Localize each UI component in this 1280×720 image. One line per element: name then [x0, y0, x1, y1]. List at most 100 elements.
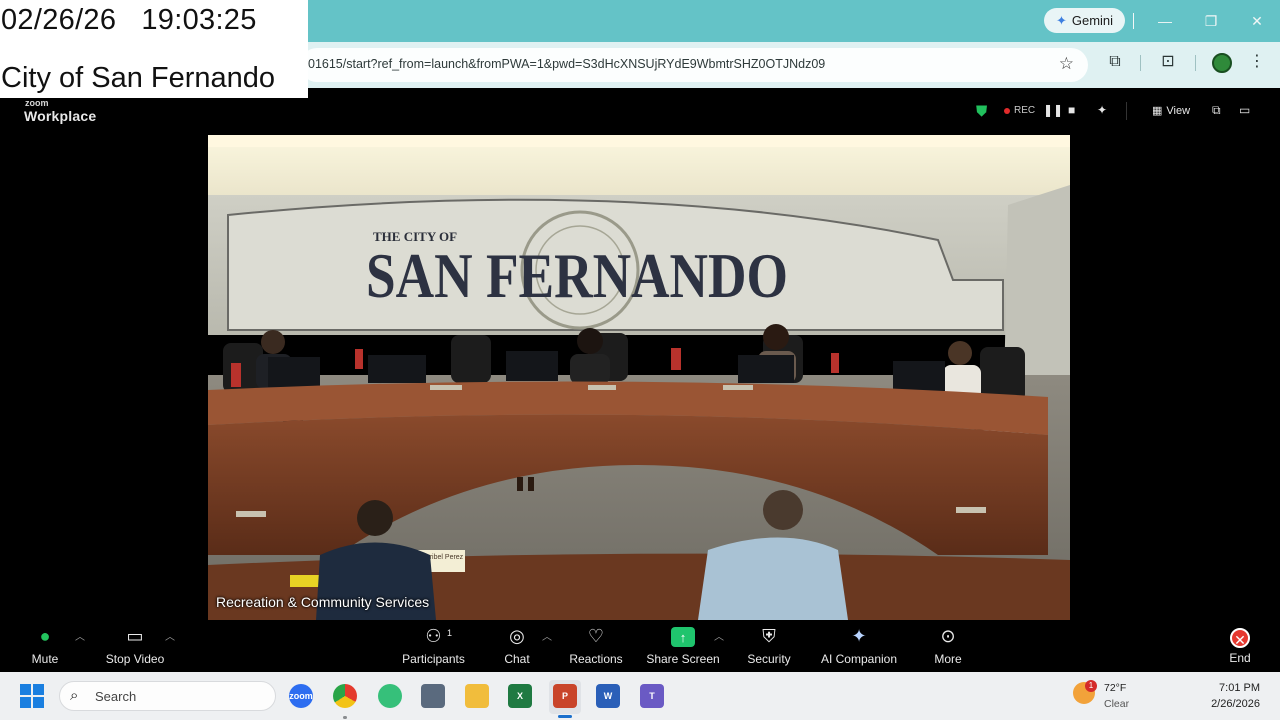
overlay-date: 02/26/26 — [1, 4, 117, 36]
chat-button[interactable]: ◎ Chat — [503, 624, 531, 670]
header-separator — [1126, 102, 1127, 120]
end-label: End — [1229, 651, 1251, 665]
gemini-button[interactable]: ✦ Gemini — [1044, 8, 1125, 33]
chrome-running-dot — [343, 716, 347, 719]
system-clock-time[interactable]: 7:01 PM — [1219, 682, 1260, 694]
stop-video-label: Stop Video — [105, 652, 165, 666]
participants-button[interactable]: ⚇ Participants — [402, 624, 465, 670]
zoom-logo-mark: zoom — [25, 98, 49, 108]
end-close-icon: ✕ — [1230, 628, 1250, 648]
ai-companion-label: AI Companion — [820, 652, 898, 666]
windows-taskbar: ⌕ Search zoom X P W T 1 72°F Clear 7:01 … — [0, 672, 1280, 720]
camera-app-icon[interactable] — [421, 684, 445, 708]
zoom-workplace-logo: Workplace — [24, 108, 97, 124]
toolbar-separator — [1195, 55, 1196, 71]
ceiling-light — [208, 135, 1070, 147]
recording-indicator: REC — [1004, 105, 1035, 116]
file-explorer-icon[interactable] — [465, 684, 489, 708]
heart-icon: ♡ — [587, 626, 605, 646]
word-app-icon[interactable]: W — [596, 684, 620, 708]
cast-search-icon[interactable]: ⊡ — [1157, 51, 1179, 73]
weather-condition[interactable]: Clear — [1104, 698, 1129, 710]
excel-app-icon[interactable]: X — [508, 684, 532, 708]
fullscreen-icon[interactable]: ▭ — [1239, 103, 1250, 117]
stop-recording-icon[interactable]: ■ — [1068, 103, 1075, 117]
security-shield-icon: ⛨ — [762, 626, 776, 646]
video-options-chevron-icon[interactable]: ︿ — [165, 628, 175, 643]
more-button[interactable]: ⊙ More — [932, 624, 964, 670]
teams-app-icon[interactable]: T — [640, 684, 664, 708]
overlay-datetime: 02/26/26 19:03:25 — [1, 4, 257, 37]
chat-options-chevron-icon[interactable]: ︿ — [542, 628, 552, 643]
mute-label: Mute — [31, 652, 59, 666]
zoom-app-icon[interactable]: zoom — [289, 684, 313, 708]
reactions-button[interactable]: ♡ Reactions — [569, 624, 623, 670]
participant-name-label: Recreation & Community Services — [216, 594, 430, 610]
search-icon: ⌕ — [70, 687, 79, 704]
browser-menu-icon[interactable]: ⋮ — [1246, 51, 1268, 73]
view-button[interactable]: ▦ View — [1152, 104, 1191, 118]
windows-start-icon[interactable] — [20, 684, 44, 708]
share-screen-label: Share Screen — [646, 652, 720, 666]
participants-label: Participants — [402, 652, 465, 666]
council-chamber-scene: THE CITY OF SAN FERNANDO Maribel Perez — [208, 135, 1070, 620]
rec-dot-icon — [1004, 107, 1010, 114]
close-window-icon[interactable]: ✕ — [1245, 10, 1269, 32]
microphone-icon: ● — [39, 626, 51, 646]
grid-view-icon: ▦ — [1152, 105, 1163, 117]
video-feed[interactable]: THE CITY OF SAN FERNANDO Maribel Perez R… — [208, 135, 1070, 620]
bookmark-star-icon[interactable]: ☆ — [1059, 54, 1074, 74]
chat-icon: ◎ — [509, 626, 525, 646]
mute-button[interactable]: ● Mute — [30, 624, 60, 670]
gemini-sparkle-icon: ✦ — [1055, 12, 1067, 28]
chrome-app-icon[interactable] — [333, 684, 357, 708]
edge-app-icon[interactable] — [378, 684, 402, 708]
video-camera-icon: ▭ — [126, 626, 144, 646]
yellow-folder — [290, 575, 320, 587]
search-placeholder: Search — [95, 689, 137, 704]
chat-label: Chat — [504, 652, 530, 666]
end-meeting-button[interactable]: ✕ End — [1226, 624, 1254, 670]
ai-companion-sparkle-icon: ✦ — [851, 626, 867, 646]
security-label: Security — [747, 652, 791, 666]
toolbar-separator — [1140, 55, 1141, 71]
overlay-city: City of San Fernando — [1, 62, 276, 94]
wall-title: SAN FERNANDO — [366, 240, 788, 311]
extensions-icon[interactable]: ⧉ — [1104, 51, 1126, 73]
active-app-underline — [558, 715, 572, 718]
ai-companion-button[interactable]: ✦ AI Companion — [820, 624, 898, 670]
share-screen-icon: ↑ — [671, 627, 695, 647]
restore-icon[interactable]: ❐ — [1199, 10, 1223, 32]
system-clock-date[interactable]: 2/26/2026 — [1211, 698, 1260, 710]
url-text[interactable]: 01615/start?ref_from=launch&fromPWA=1&pw… — [308, 57, 825, 71]
view-label: View — [1166, 104, 1191, 117]
broadcast-overlay: 02/26/26 19:03:25 City of San Fernando — [0, 0, 308, 98]
more-dots-icon: ⊙ — [940, 626, 956, 646]
reactions-label: Reactions — [569, 652, 623, 666]
gemini-label: Gemini — [1071, 13, 1114, 28]
overlay-time: 19:03:25 — [141, 4, 257, 36]
address-bar[interactable]: 01615/start?ref_from=launch&fromPWA=1&pw… — [300, 48, 1088, 82]
popout-icon[interactable]: ⧉ — [1212, 103, 1221, 118]
weather-notification-badge: 1 — [1085, 680, 1097, 692]
participants-icon: ⚇ — [425, 626, 442, 646]
pause-recording-icon[interactable]: ❚❚ — [1043, 103, 1063, 117]
audio-options-chevron-icon[interactable]: ︿ — [75, 628, 85, 643]
ai-sparkle-icon[interactable]: ✦ — [1097, 103, 1107, 117]
share-screen-button[interactable]: ↑ Share Screen — [646, 624, 720, 670]
profile-avatar[interactable] — [1212, 53, 1232, 73]
minimize-icon[interactable]: — — [1153, 10, 1177, 32]
powerpoint-app-icon[interactable]: P — [553, 684, 577, 708]
weather-temperature[interactable]: 72°F — [1104, 682, 1126, 694]
stop-video-button[interactable]: ▭ Stop Video — [105, 624, 165, 670]
participant-count: 1 — [447, 628, 453, 638]
dais-detail — [528, 477, 534, 491]
taskbar-search[interactable]: ⌕ Search — [59, 681, 276, 711]
more-label: More — [934, 652, 962, 666]
share-options-chevron-icon[interactable]: ︿ — [714, 628, 724, 643]
rec-label: REC — [1014, 105, 1036, 116]
encryption-shield-icon[interactable]: ⛊ — [976, 104, 990, 120]
dais-detail — [517, 477, 523, 491]
security-button[interactable]: ⛨ Security — [746, 624, 792, 670]
title-separator — [1133, 13, 1134, 29]
